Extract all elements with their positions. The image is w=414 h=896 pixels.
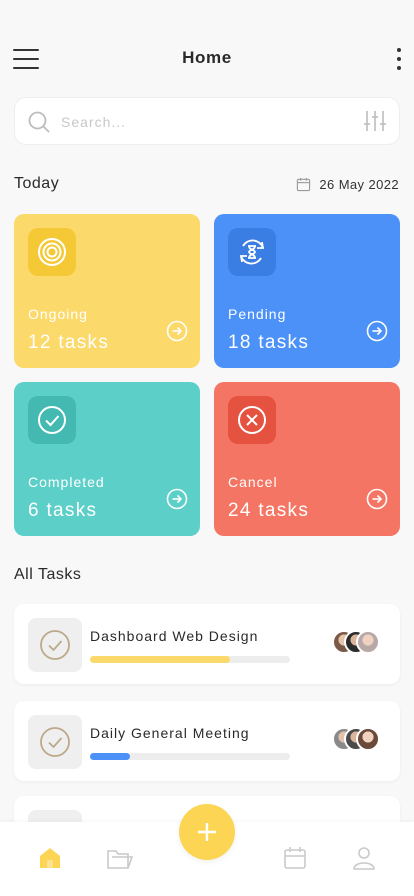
page-title: Home bbox=[182, 48, 232, 67]
date-text: 26 May 2022 bbox=[319, 177, 399, 192]
all-tasks-heading: All Tasks bbox=[14, 566, 82, 583]
search-bar bbox=[14, 97, 400, 145]
check-circle-icon bbox=[38, 406, 66, 434]
task-progress-fill bbox=[90, 656, 230, 663]
check-circle-icon bbox=[40, 630, 70, 660]
task-progress-fill bbox=[90, 753, 130, 760]
check-circle-icon bbox=[40, 727, 70, 757]
assignee-avatars[interactable] bbox=[332, 630, 384, 656]
task-check-tile[interactable] bbox=[28, 618, 82, 672]
avatar bbox=[356, 630, 380, 654]
task-name: Daily General Meeting bbox=[90, 725, 250, 741]
search-icon bbox=[28, 111, 50, 133]
arrow-right-circle-icon[interactable] bbox=[366, 488, 388, 510]
card-count: 18 tasks bbox=[228, 332, 310, 353]
avatar bbox=[356, 727, 380, 751]
more-options-icon[interactable] bbox=[396, 48, 402, 70]
cancel-icon-tile bbox=[228, 396, 276, 444]
profile-icon[interactable] bbox=[352, 846, 376, 870]
task-card[interactable]: Dashboard Web Design bbox=[14, 604, 400, 684]
task-card[interactable]: Daily General Meeting bbox=[14, 701, 400, 781]
status-card-cancel[interactable]: Cancel 24 tasks bbox=[214, 382, 400, 536]
task-progress-bar bbox=[90, 656, 290, 663]
plus-icon bbox=[198, 823, 216, 841]
date-display[interactable]: 26 May 2022 bbox=[296, 177, 399, 192]
card-count: 6 tasks bbox=[28, 500, 98, 521]
search-input[interactable] bbox=[61, 110, 341, 134]
arrow-right-circle-icon[interactable] bbox=[166, 320, 188, 342]
hourglass-icon bbox=[239, 239, 265, 265]
card-label: Pending bbox=[228, 306, 287, 322]
ongoing-target-icon bbox=[38, 238, 66, 266]
ongoing-icon-tile bbox=[28, 228, 76, 276]
x-circle-icon bbox=[238, 406, 266, 434]
task-name: Dashboard Web Design bbox=[90, 628, 259, 644]
pending-icon-tile bbox=[228, 228, 276, 276]
filter-icon[interactable] bbox=[363, 109, 387, 133]
folder-icon[interactable] bbox=[106, 846, 134, 870]
assignee-avatars[interactable] bbox=[332, 727, 384, 753]
add-task-button[interactable] bbox=[179, 804, 235, 860]
home-icon[interactable] bbox=[38, 846, 62, 870]
completed-icon-tile bbox=[28, 396, 76, 444]
status-card-pending[interactable]: Pending 18 tasks bbox=[214, 214, 400, 368]
calendar-icon bbox=[297, 177, 311, 192]
task-check-tile[interactable] bbox=[28, 715, 82, 769]
top-bar: Home bbox=[0, 0, 414, 110]
card-label: Completed bbox=[28, 474, 105, 490]
today-heading: Today bbox=[14, 175, 60, 192]
card-label: Ongoing bbox=[28, 306, 88, 322]
card-label: Cancel bbox=[228, 474, 278, 490]
status-card-completed[interactable]: Completed 6 tasks bbox=[14, 382, 200, 536]
calendar-icon[interactable] bbox=[283, 846, 307, 870]
task-progress-bar bbox=[90, 753, 290, 760]
card-count: 24 tasks bbox=[228, 500, 310, 521]
arrow-right-circle-icon[interactable] bbox=[166, 488, 188, 510]
card-count: 12 tasks bbox=[28, 332, 110, 353]
status-card-ongoing[interactable]: Ongoing 12 tasks bbox=[14, 214, 200, 368]
arrow-right-circle-icon[interactable] bbox=[366, 320, 388, 342]
